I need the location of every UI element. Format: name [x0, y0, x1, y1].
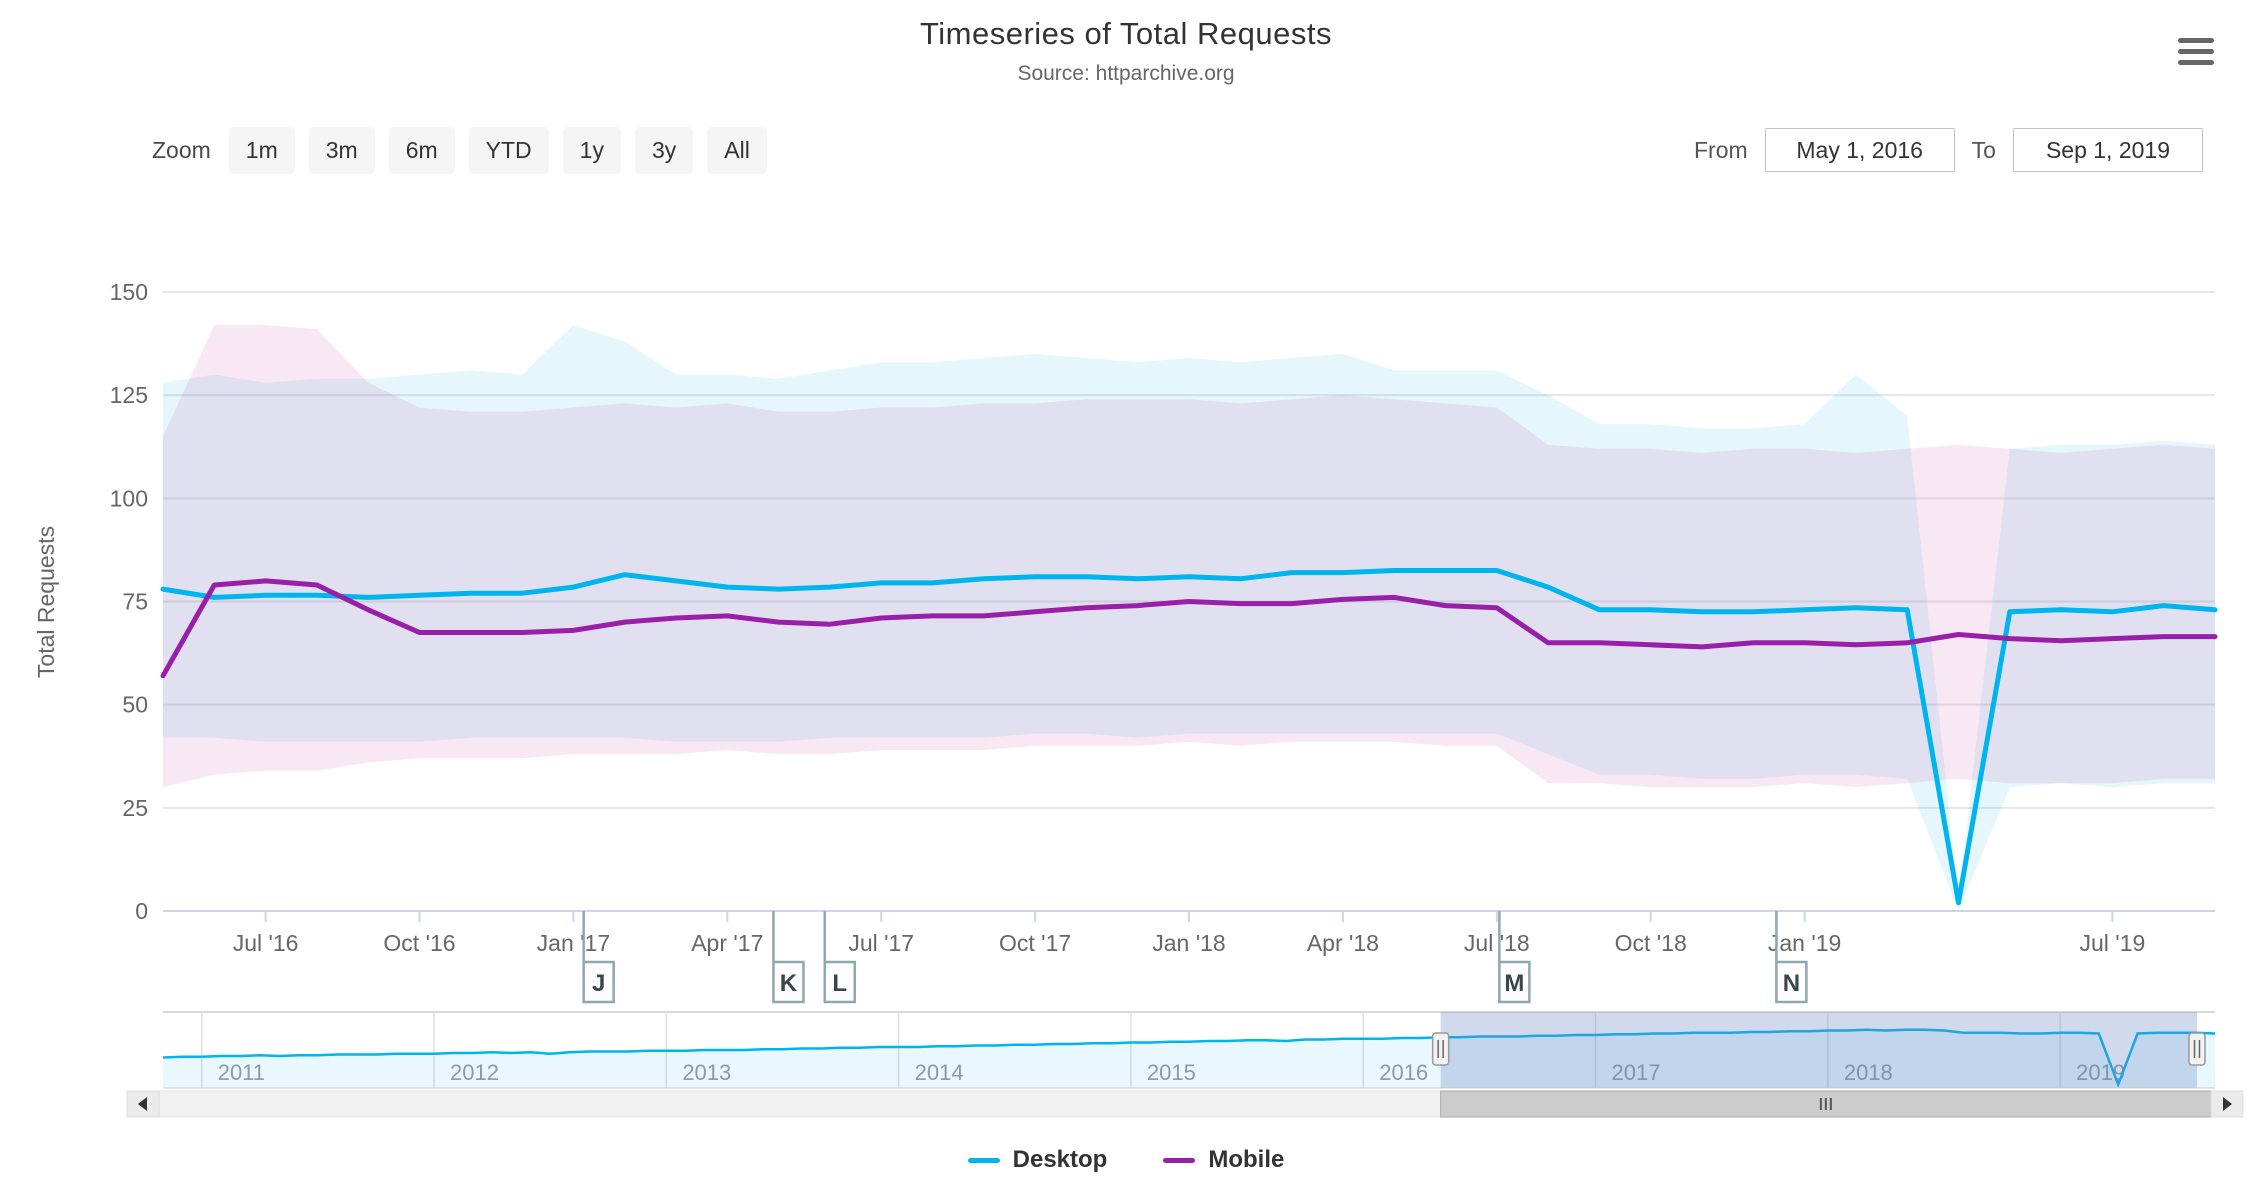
- y-axis-label: 25: [122, 795, 148, 821]
- legend-marker-mobile: [1163, 1158, 1195, 1163]
- y-axis-label: 50: [122, 692, 148, 718]
- x-axis-label: Jan '18: [1152, 930, 1225, 956]
- y-axis-label: 75: [122, 589, 148, 615]
- y-axis-label: 100: [110, 485, 148, 511]
- x-axis-label: Oct '17: [999, 930, 1071, 956]
- y-axis-label: 0: [135, 898, 148, 924]
- x-axis-label: Jul '16: [233, 930, 299, 956]
- x-axis-label: Oct '16: [383, 930, 455, 956]
- y-axis-label: 125: [110, 382, 148, 408]
- legend-item-desktop[interactable]: Desktop: [968, 1146, 1108, 1174]
- flag-label-m: M: [1504, 970, 1524, 997]
- x-axis-label: Jul '18: [1464, 930, 1530, 956]
- legend-item-mobile[interactable]: Mobile: [1163, 1146, 1284, 1174]
- navigator-left-handle[interactable]: [1433, 1033, 1449, 1065]
- x-axis-label: Jul '19: [2080, 930, 2146, 956]
- x-axis-label: Apr '18: [1307, 930, 1379, 956]
- flag-label-j: J: [592, 970, 605, 997]
- x-axis-label: Jul '17: [848, 930, 914, 956]
- chart-legend: Desktop Mobile: [0, 1146, 2252, 1174]
- flag-label-k: K: [780, 970, 798, 997]
- x-axis-label: Jan '19: [1768, 930, 1841, 956]
- chart-container: Timeseries of Total Requests Source: htt…: [0, 0, 2252, 1202]
- flag-label-l: L: [832, 970, 847, 997]
- y-axis-title: Total Requests: [33, 526, 59, 678]
- legend-label: Desktop: [1013, 1146, 1108, 1174]
- x-axis-label: Apr '17: [691, 930, 763, 956]
- y-axis-label: 150: [110, 279, 148, 305]
- chart-plot-svg: Jul '16 Oct '16 Jan '17 Apr '17 Jul '17 Oct '…: [0, 0, 2252, 1202]
- x-axis-label: Jan '17: [537, 930, 610, 956]
- x-axis-label: Oct '18: [1615, 930, 1687, 956]
- legend-label: Mobile: [1208, 1146, 1284, 1174]
- legend-marker-desktop: [968, 1158, 1000, 1163]
- navigator-right-handle[interactable]: [2189, 1033, 2205, 1065]
- flag-label-n: N: [1783, 970, 1800, 997]
- navigator-selected-mask[interactable]: [1441, 1012, 2197, 1088]
